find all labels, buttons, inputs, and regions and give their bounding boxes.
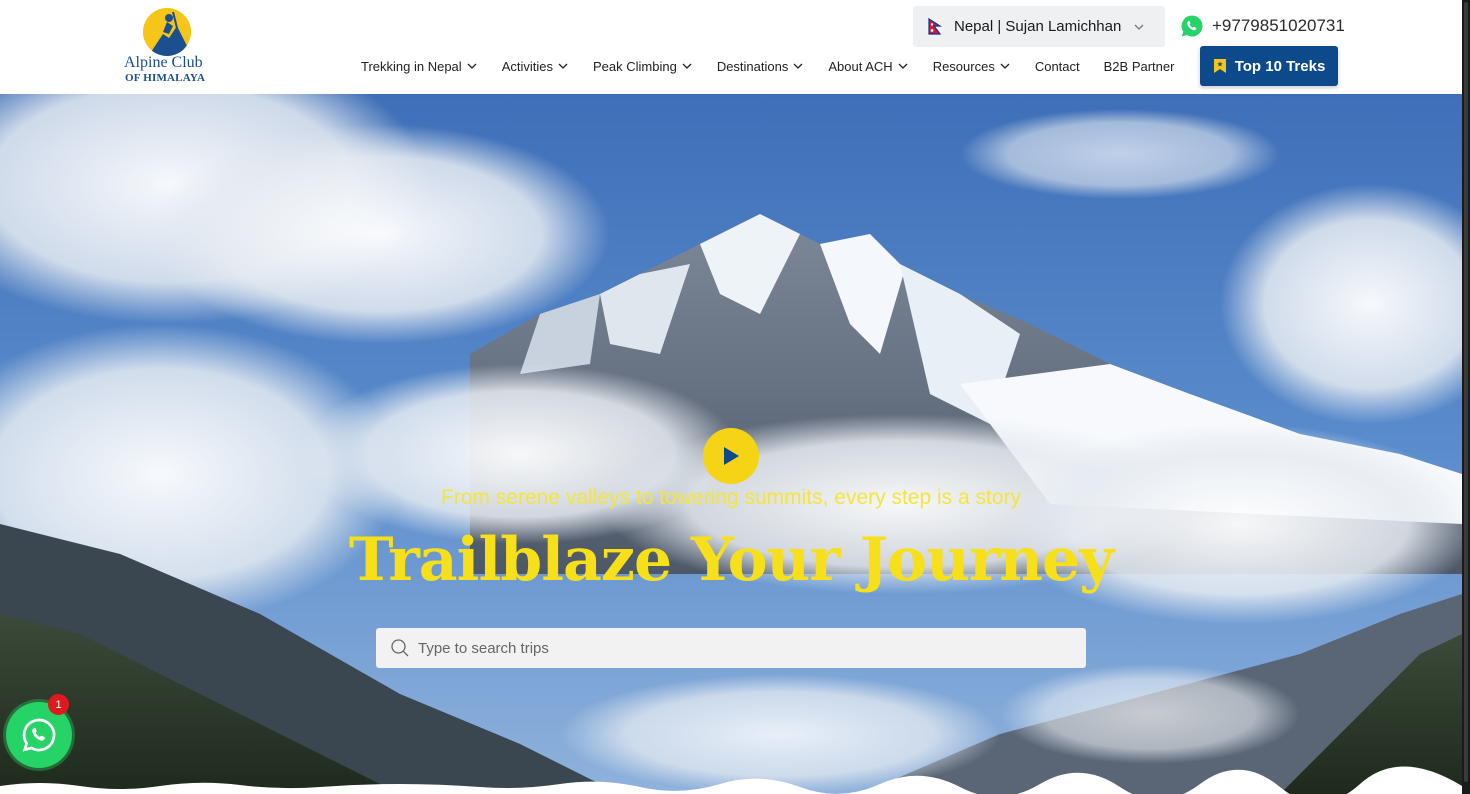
chevron-down-icon	[1000, 63, 1010, 69]
search-input[interactable]	[418, 639, 1058, 657]
region-selector[interactable]: Nepal | Sujan Lamichhan	[913, 6, 1165, 47]
play-icon	[724, 447, 739, 465]
nav-item-label: Peak Climbing	[592, 58, 677, 74]
main-nav: Trekking in Nepal Activities Peak Climbing…	[361, 55, 1174, 77]
chevron-down-icon	[898, 63, 908, 69]
scrollbar-thumb[interactable]	[1464, 2, 1468, 782]
hero-section: From serene valleys to towering summits,…	[0, 94, 1462, 794]
brand-subtitle: OF HIMALAYA	[125, 72, 206, 84]
phone-number: +9779851020731	[1212, 16, 1345, 35]
bookmark-icon	[1213, 59, 1226, 73]
nav-item-peak-climbing[interactable]: Peak Climbing	[593, 59, 693, 74]
trip-search-bar[interactable]	[376, 628, 1086, 668]
hero-headline: Trailblaze Your Journey	[348, 525, 1114, 595]
nav-item-activities[interactable]: Activities	[502, 59, 569, 74]
nepal-flag-icon	[925, 16, 945, 37]
brand-name: Alpine Club	[124, 54, 203, 71]
play-video-button[interactable]	[703, 428, 759, 484]
whatsapp-phone-link[interactable]: +9779851020731	[1180, 14, 1345, 38]
chevron-down-icon	[682, 63, 692, 69]
chevron-down-icon	[467, 63, 477, 69]
nav-item-label: Resources	[932, 58, 995, 74]
chevron-down-icon	[793, 63, 803, 69]
nav-item-resources[interactable]: Resources	[933, 59, 1011, 74]
nav-item-trekking-in-nepal[interactable]: Trekking in Nepal	[361, 59, 478, 74]
nav-item-label: Contact	[1034, 58, 1080, 74]
nav-item-label: Destinations	[716, 58, 789, 74]
nav-item-about-ach[interactable]: About ACH	[828, 59, 908, 74]
search-icon	[391, 639, 409, 657]
nav-item-label: Trekking in Nepal	[361, 58, 462, 74]
nav-item-destinations[interactable]: Destinations	[717, 59, 805, 74]
site-header: Alpine Club OF HIMALAYA Nepal | Sujan La…	[0, 0, 1462, 94]
notification-badge: 1	[48, 694, 69, 715]
top-10-treks-button[interactable]: Top 10 Treks	[1200, 46, 1338, 86]
nav-item-label: About ACH	[828, 58, 893, 74]
nav-item-label: B2B Partner	[1103, 58, 1175, 74]
chevron-down-icon	[1134, 24, 1144, 30]
hero-tagline: From serene valleys to towering summits,…	[440, 486, 1022, 509]
whatsapp-icon	[1181, 15, 1203, 37]
whatsapp-icon	[22, 718, 56, 752]
nav-item-b2b-partner[interactable]: B2B Partner	[1104, 59, 1175, 74]
nav-item-label: Activities	[501, 58, 553, 74]
nav-item-contact[interactable]: Contact	[1035, 59, 1080, 74]
brand-logo[interactable]: Alpine Club OF HIMALAYA	[124, 8, 214, 86]
chevron-down-icon	[558, 63, 568, 69]
top-10-treks-label: Top 10 Treks	[1234, 57, 1326, 75]
climber-logo-icon	[143, 8, 191, 56]
region-label: Nepal | Sujan Lamichhan	[954, 18, 1122, 35]
